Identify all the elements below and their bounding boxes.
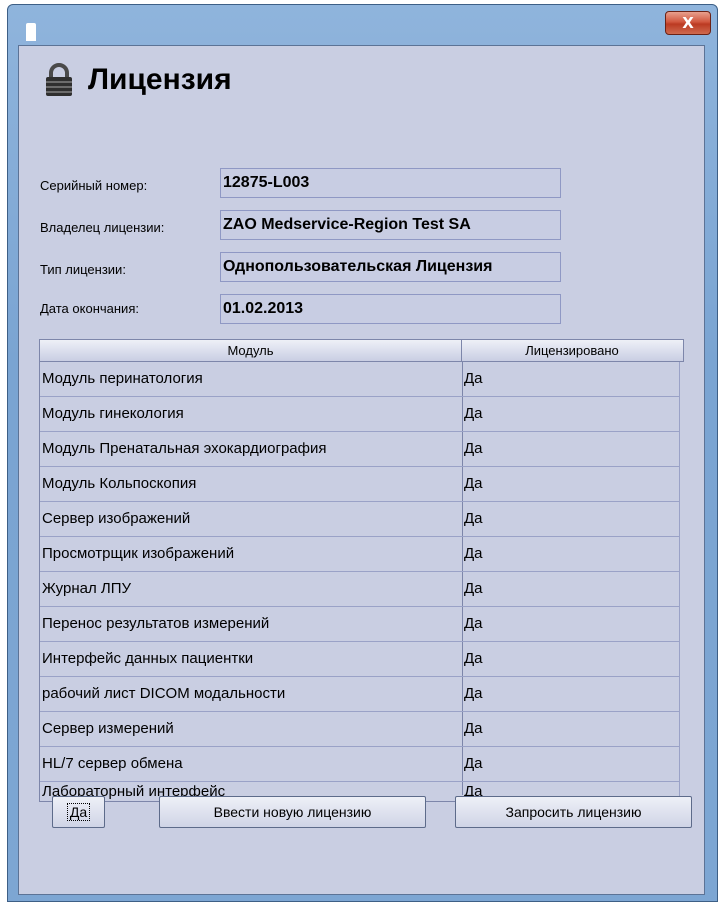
lock-icon <box>46 63 72 96</box>
license-type-label: Тип лицензии: <box>40 262 126 277</box>
module-cell: Перенос результатов измерений <box>42 615 270 632</box>
table-row[interactable]: HL/7 сервер обмена Да <box>40 747 679 782</box>
page-title: Лицензия <box>88 63 232 96</box>
dialog-header: Лицензия <box>44 55 232 105</box>
expiry-date-label: Дата окончания: <box>40 301 139 316</box>
table-scroll-track[interactable] <box>679 362 684 801</box>
ok-button[interactable]: Да <box>52 796 105 828</box>
table-row[interactable]: Модуль Кольпоскопия Да <box>40 467 679 502</box>
licensed-cell: Да <box>464 440 483 457</box>
module-cell: Модуль Кольпоскопия <box>42 475 197 492</box>
licensed-cell: Да <box>464 685 483 702</box>
licensed-cell: Да <box>464 720 483 737</box>
licensed-cell: Да <box>464 545 483 562</box>
table-row[interactable]: Журнал ЛПУ Да <box>40 572 679 607</box>
enter-new-license-button[interactable]: Ввести новую лицензию <box>159 796 426 828</box>
module-cell: Модуль Пренатальная эхокардиография <box>42 440 327 457</box>
table-row[interactable]: Модуль Пренатальная эхокардиография Да <box>40 432 679 467</box>
licensed-cell: Да <box>464 370 483 387</box>
module-cell: Модуль перинатология <box>42 370 203 387</box>
table-row[interactable]: Модуль гинекология Да <box>40 397 679 432</box>
license-owner-field[interactable]: ZAO Medservice-Region Test SA <box>220 210 561 240</box>
table-row[interactable]: Перенос результатов измерений Да <box>40 607 679 642</box>
table-row[interactable]: Интерфейс данных пациентки Да <box>40 642 679 677</box>
expiry-date-field[interactable]: 01.02.2013 <box>220 294 561 324</box>
request-license-button[interactable]: Запросить лицензию <box>455 796 692 828</box>
title-bar[interactable]: X <box>8 5 717 45</box>
license-owner-label: Владелец лицензии: <box>40 220 165 235</box>
close-button[interactable]: X <box>665 11 711 35</box>
serial-number-field[interactable]: 12875-L003 <box>220 168 561 198</box>
serial-number-label: Серийный номер: <box>40 178 148 193</box>
table-row[interactable]: Модуль перинатология Да <box>40 362 679 397</box>
module-cell: Журнал ЛПУ <box>42 580 132 597</box>
table-row[interactable]: Просмотрщик изображений Да <box>40 537 679 572</box>
license-type-field[interactable]: Однопользовательская Лицензия <box>220 252 561 282</box>
table-row[interactable]: Сервер измерений Да <box>40 712 679 747</box>
licensed-cell: Да <box>464 650 483 667</box>
modules-table: Модуль Лицензировано Модуль перинатологи… <box>39 339 684 802</box>
module-cell: Интерфейс данных пациентки <box>42 650 254 667</box>
table-header: Модуль Лицензировано <box>40 340 683 362</box>
licensed-cell: Да <box>464 615 483 632</box>
licensed-cell: Да <box>464 510 483 527</box>
module-cell: Просмотрщик изображений <box>42 545 235 562</box>
licensed-cell: Да <box>464 405 483 422</box>
licensed-cell: Да <box>464 475 483 492</box>
module-cell: Модуль гинекология <box>42 405 184 422</box>
app-icon <box>26 23 36 41</box>
ok-button-label: Да <box>66 803 91 821</box>
module-cell: HL/7 сервер обмена <box>42 755 183 772</box>
licensed-cell: Да <box>464 755 483 772</box>
module-cell: Сервер измерений <box>42 720 174 737</box>
table-row[interactable]: рабочий лист DICOM модальности Да <box>40 677 679 712</box>
licensed-cell: Да <box>464 580 483 597</box>
column-header-licensed[interactable]: Лицензировано <box>462 340 682 361</box>
column-header-module[interactable]: Модуль <box>40 340 462 361</box>
module-cell: рабочий лист DICOM модальности <box>42 685 286 702</box>
module-cell: Сервер изображений <box>42 510 191 527</box>
table-row[interactable]: Сервер изображений Да <box>40 502 679 537</box>
